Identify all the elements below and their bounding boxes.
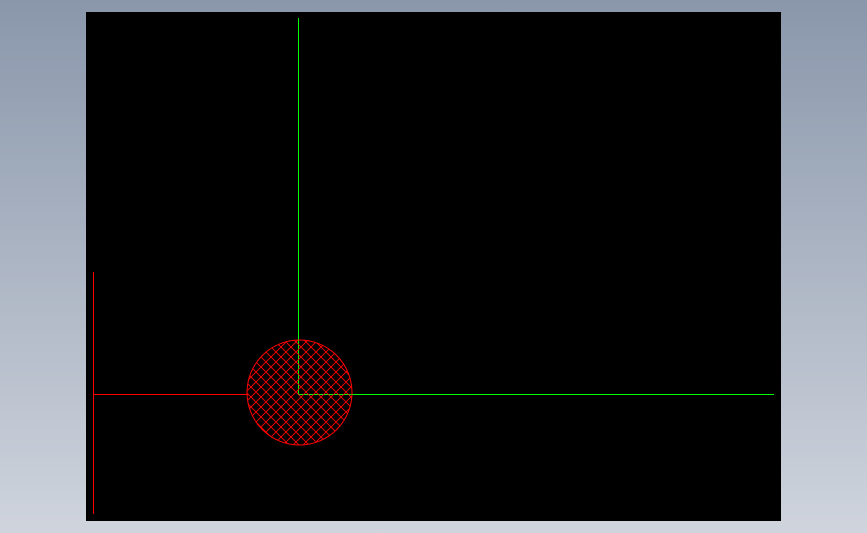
hatch-fill — [247, 340, 352, 445]
drawing-viewport[interactable] — [86, 12, 781, 521]
drawing-canvas[interactable] — [86, 12, 781, 521]
hatched-circle-section[interactable] — [244, 337, 356, 449]
